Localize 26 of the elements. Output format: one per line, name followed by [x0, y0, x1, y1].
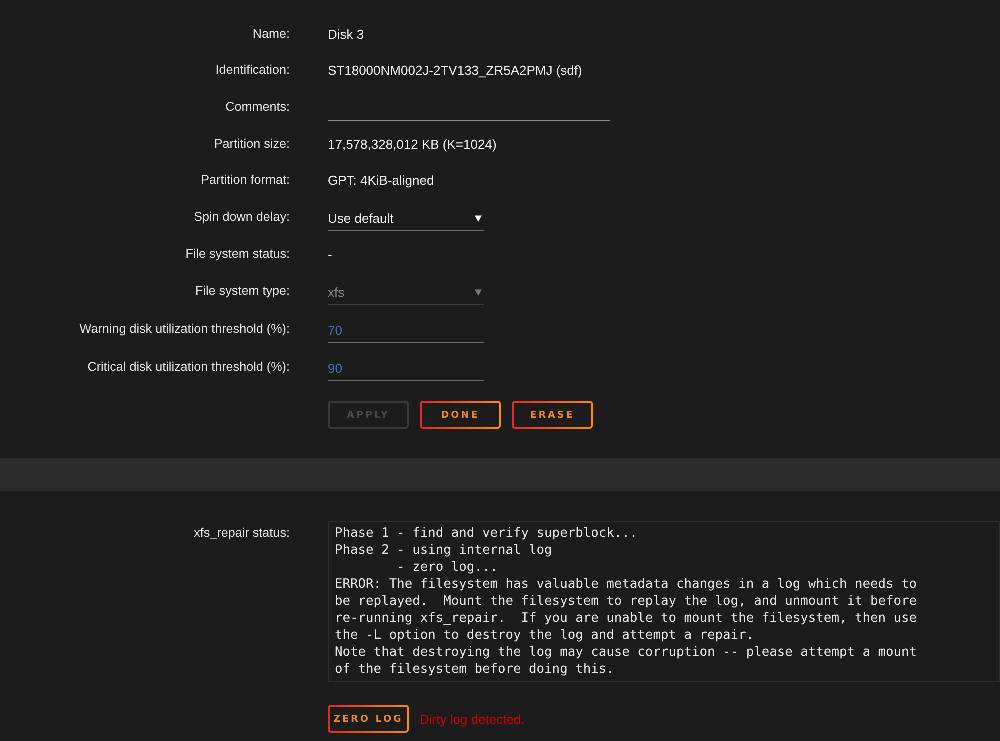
field-label: Partition format: — [201, 173, 290, 187]
field-value: ST18000NM002J-2TV133_ZR5A2PMJ (sdf) — [328, 62, 582, 78]
zero-log-button[interactable]: ZERO LOG — [328, 705, 409, 733]
field-label: Comments: — [226, 100, 290, 114]
field-label: File system status: — [186, 247, 290, 261]
field-label: xfs_repair status: — [194, 526, 290, 540]
field-label: File system type: — [196, 284, 290, 298]
action-button[interactable]: ERASE — [512, 401, 593, 429]
field-value: Disk 3 — [328, 26, 364, 42]
field-label: Identification: — [216, 63, 290, 77]
caret-icon — [475, 215, 482, 222]
field-label: Spin down delay: — [194, 210, 290, 224]
field-label: Name: — [252, 27, 290, 41]
field-value: - — [328, 246, 332, 262]
field-label: Critical disk utilization threshold (%): — [88, 360, 290, 374]
field-label: Partition size: — [214, 137, 290, 151]
status-output-field: Phase 1 - find and verify superblock... Phase 2 - using internal log - zero log... ERROR: The filesystem has valuable metadata changes in a log which needs to be replayed. Mount the filesystem to replay the log, and unmount it before re-running xfs_repair. If you are unable to mount the filesystem, then use the -L option to destroy the log and attempt a repair. Note that destroying the log may cause corruption -- please attempt a mount of the filesystem before doing this. — [328, 521, 1000, 682]
error-message: Dirty log detected. — [420, 712, 525, 726]
field-label: Warning disk utilization threshold (%): — [80, 322, 290, 336]
field-value: 17,578,328,012 KB (K=1024) — [328, 136, 497, 152]
action-button[interactable]: DONE — [420, 401, 501, 429]
field-value: GPT: 4KiB-aligned — [328, 172, 434, 188]
caret-icon — [475, 289, 482, 296]
dropdown-select[interactable]: Use default — [328, 207, 484, 231]
number-input[interactable]: 70 — [328, 319, 484, 343]
number-input[interactable]: 90 — [328, 357, 484, 381]
